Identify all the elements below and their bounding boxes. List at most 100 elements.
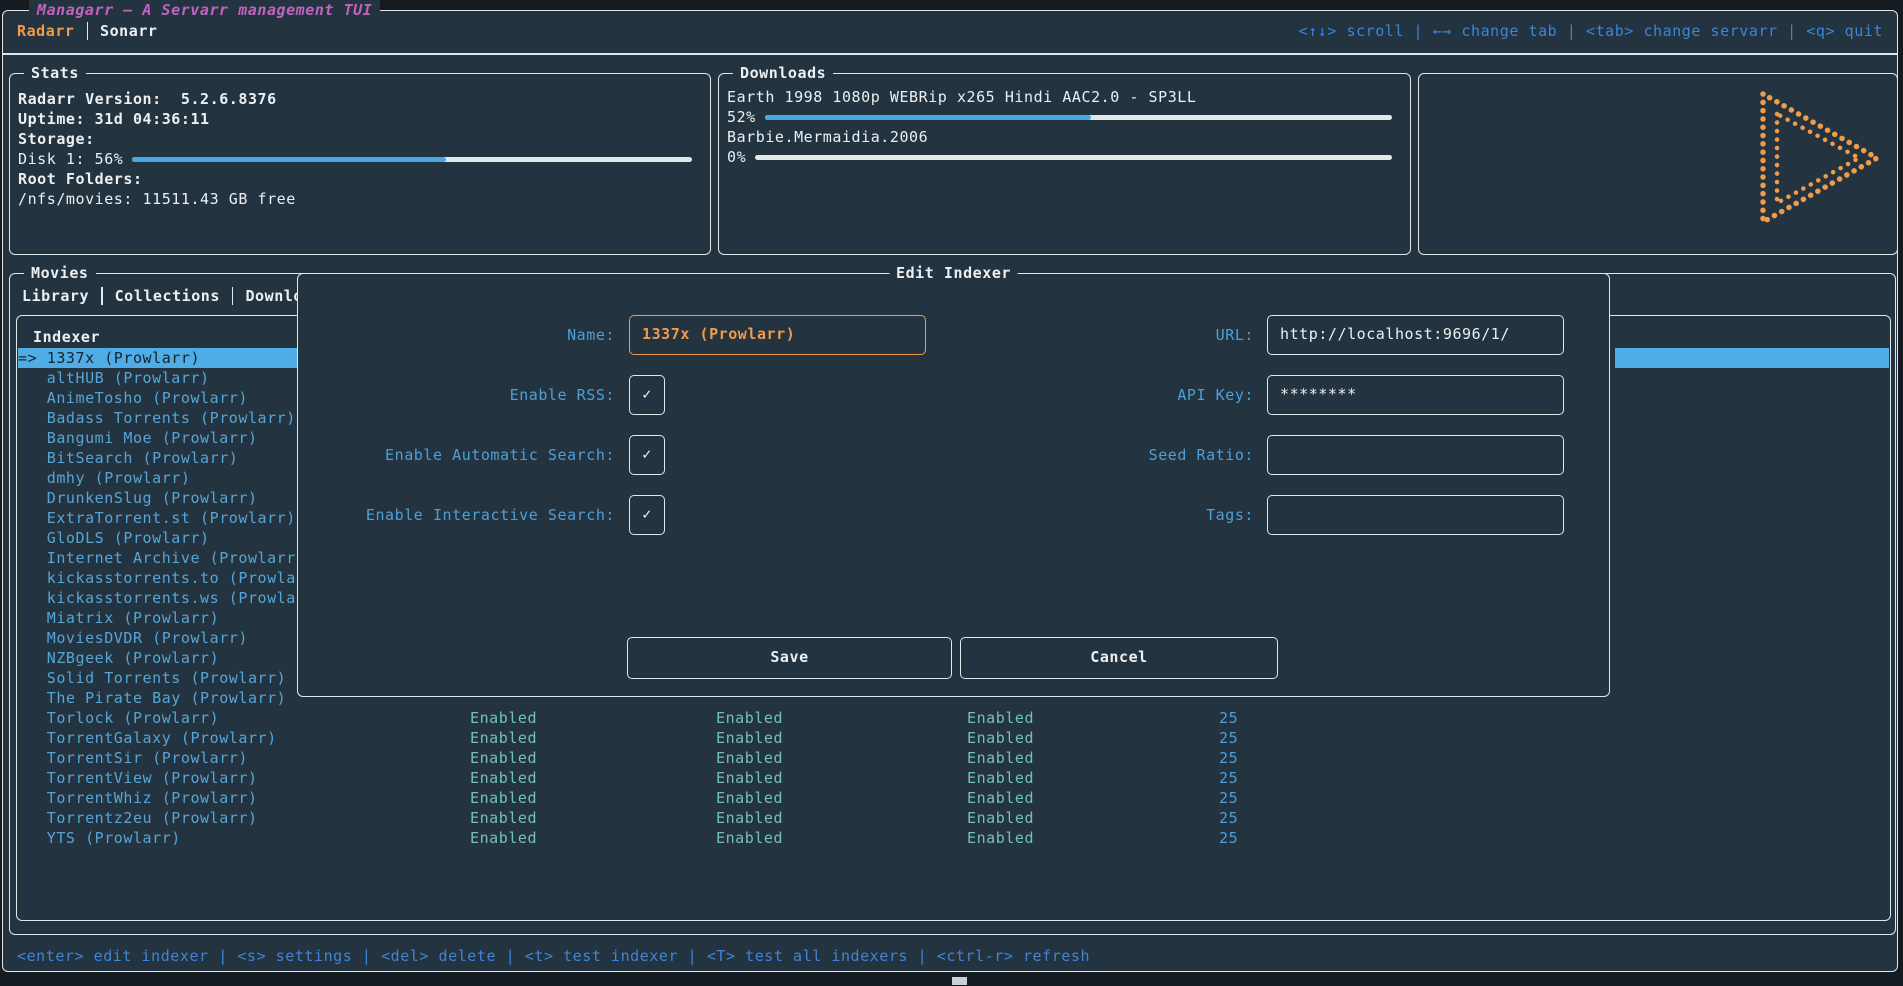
tab-radarr[interactable]: Radarr [17, 22, 75, 40]
indexer-list-item[interactable]: YTS (Prowlarr) [18, 828, 299, 848]
stats-panel: Stats Radarr Version: 5.2.6.8376 Uptime:… [9, 73, 711, 255]
priority-cell: 25 [1219, 828, 1238, 848]
indexer-list-item[interactable]: altHUB (Prowlarr) [18, 368, 299, 388]
status-cell: Enabled [716, 788, 783, 808]
tags-input[interactable] [1267, 495, 1564, 535]
status-cell: Enabled [470, 708, 537, 728]
indexer-list-item[interactable]: TorrentWhiz (Prowlarr) [18, 788, 299, 808]
status-cell: Enabled [967, 808, 1034, 828]
status-cell: Enabled [967, 768, 1034, 788]
tags-label: Tags: [938, 505, 1254, 525]
indexer-list-item[interactable]: Badass Torrents (Prowlarr) [18, 408, 299, 428]
priority-cell: 25 [1219, 728, 1238, 748]
indexer-list-item[interactable]: kickasstorrents.to (Prowlarr) [18, 568, 299, 588]
terminal-artifact [952, 977, 967, 985]
indexer-list-item[interactable]: Torrentz2eu (Prowlarr) [18, 808, 299, 828]
indexer-list-item[interactable]: BitSearch (Prowlarr) [18, 448, 299, 468]
indexer-list-item[interactable]: kickasstorrents.ws (Prowlarr) [18, 588, 299, 608]
status-cell: Enabled [967, 828, 1034, 848]
tab-separator [87, 22, 89, 40]
status-cell: Enabled [470, 808, 537, 828]
enable-automatic-search-label: Enable Automatic Search: [298, 445, 615, 465]
indexer-list-item[interactable]: Bangumi Moe (Prowlarr) [18, 428, 299, 448]
status-cell: Enabled [967, 788, 1034, 808]
modal-title: Edit Indexer [889, 263, 1018, 283]
status-cell: Enabled [967, 748, 1034, 768]
stats-panel-title: Stats [24, 63, 86, 83]
logo-panel [1418, 73, 1898, 255]
enable-rss-checkbox[interactable]: ✓ [629, 375, 665, 415]
status-cell: Enabled [470, 828, 537, 848]
indexer-list-item[interactable]: TorrentSir (Prowlarr) [18, 748, 299, 768]
indexer-list-item[interactable]: Solid Torrents (Prowlarr) [18, 668, 299, 688]
seed-ratio-input[interactable] [1267, 435, 1564, 475]
status-cell: Enabled [716, 708, 783, 728]
selected-row-highlight-fragment [1615, 348, 1889, 368]
status-cell: Enabled [716, 768, 783, 788]
api-key-input[interactable]: ******** [1267, 375, 1564, 415]
status-cell: Enabled [967, 728, 1034, 748]
uptime-line: Uptime: 31d 04:36:11 [18, 109, 702, 129]
managarr-play-logo-icon [1755, 88, 1883, 230]
download-percent-label: 0% [727, 147, 746, 167]
download-item-progress: 0% [727, 147, 1402, 167]
header-divider [3, 53, 1897, 55]
download-progressbar [765, 115, 1392, 120]
indexer-list-item[interactable]: Internet Archive (Prowlarr) [18, 548, 299, 568]
name-input[interactable]: 1337x (Prowlarr) [629, 315, 926, 355]
status-cell: Enabled [716, 828, 783, 848]
download-item-name: Barbie.Mermaidia.2006 [727, 127, 1402, 147]
priority-cell: 25 [1219, 748, 1238, 768]
radarr-version-line: Radarr Version: 5.2.6.8376 [18, 89, 702, 109]
indexer-list-item[interactable]: AnimeTosho (Prowlarr) [18, 388, 299, 408]
root-folders-label: Root Folders: [18, 169, 702, 189]
tab-separator [101, 287, 103, 305]
indexer-list-item[interactable]: TorrentView (Prowlarr) [18, 768, 299, 788]
url-input[interactable]: http://localhost:9696/1/ [1267, 315, 1564, 355]
movies-panel-title: Movies [24, 263, 96, 283]
indexer-list-item[interactable]: MoviesDVDR (Prowlarr) [18, 628, 299, 648]
cancel-button[interactable]: Cancel [960, 637, 1278, 679]
check-icon: ✓ [642, 445, 652, 463]
disk-usage-progressbar [132, 157, 692, 162]
priority-cell: 25 [1219, 768, 1238, 788]
tab-library[interactable]: Library [22, 287, 89, 305]
enable-interactive-search-label: Enable Interactive Search: [298, 505, 615, 525]
app-window: Managarr – A Servarr management TUI Rada… [2, 10, 1898, 972]
status-cell: Enabled [470, 748, 537, 768]
downloads-panel-title: Downloads [733, 63, 833, 83]
seed-ratio-label: Seed Ratio: [938, 445, 1254, 465]
indexer-list-item[interactable]: dmhy (Prowlarr) [18, 468, 299, 488]
indexer-list-item[interactable]: DrunkenSlug (Prowlarr) [18, 488, 299, 508]
status-cell: Enabled [470, 768, 537, 788]
tab-separator [232, 287, 234, 305]
indexer-list-item[interactable]: GloDLS (Prowlarr) [18, 528, 299, 548]
check-icon: ✓ [642, 385, 652, 403]
indexer-list-item[interactable]: ExtraTorrent.st (Prowlarr) [18, 508, 299, 528]
status-cell: Enabled [716, 748, 783, 768]
check-icon: ✓ [642, 505, 652, 523]
tab-collections[interactable]: Collections [115, 287, 220, 305]
indexer-list-item[interactable]: => 1337x (Prowlarr) [18, 348, 299, 368]
bottom-keybindings: <enter> edit indexer | <s> settings | <d… [17, 946, 1090, 966]
indexer-list-item[interactable]: NZBgeek (Prowlarr) [18, 648, 299, 668]
status-cell: Enabled [716, 808, 783, 828]
indexer-list-item[interactable]: The Pirate Bay (Prowlarr) [18, 688, 299, 708]
priority-cell: 25 [1219, 808, 1238, 828]
disk-usage-label: Disk 1: 56% [18, 149, 123, 169]
indexer-list-item[interactable]: Torlock (Prowlarr) [18, 708, 299, 728]
status-cell: Enabled [967, 708, 1034, 728]
app-title: Managarr – A Servarr management TUI [29, 0, 380, 20]
root-folder-line: /nfs/movies: 11511.43 GB free [18, 189, 702, 209]
terminal-screen: Managarr – A Servarr management TUI Rada… [0, 0, 1903, 986]
indexer-list-item[interactable]: TorrentGalaxy (Prowlarr) [18, 728, 299, 748]
save-button[interactable]: Save [627, 637, 952, 679]
enable-interactive-search-checkbox[interactable]: ✓ [629, 495, 665, 535]
download-percent-label: 52% [727, 107, 756, 127]
tab-sonarr[interactable]: Sonarr [100, 22, 158, 40]
name-label: Name: [298, 325, 615, 345]
enable-automatic-search-checkbox[interactable]: ✓ [629, 435, 665, 475]
indexer-list-item[interactable]: Miatrix (Prowlarr) [18, 608, 299, 628]
status-cell: Enabled [470, 788, 537, 808]
status-cell: Enabled [716, 728, 783, 748]
